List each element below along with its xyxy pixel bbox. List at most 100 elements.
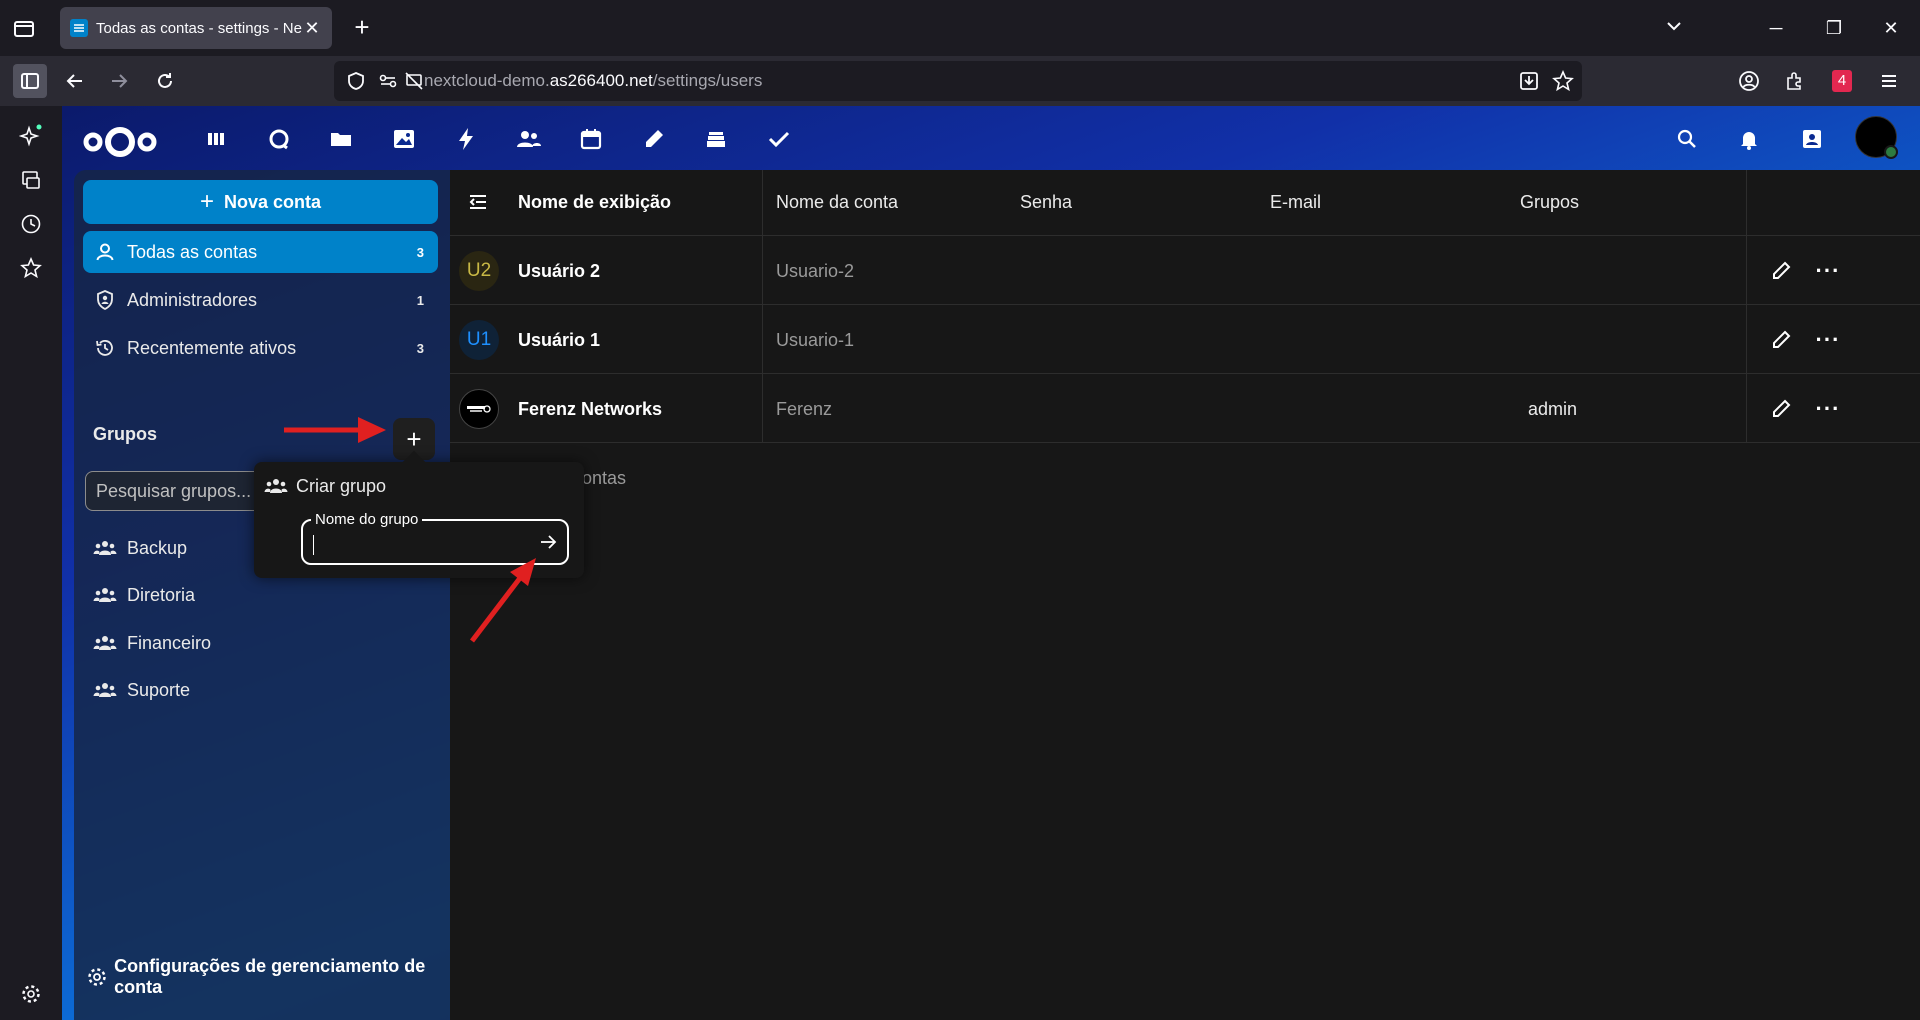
edit-pencil-icon[interactable]	[1767, 257, 1795, 285]
nextcloud-page: + Nova conta Todas as contas 3 Administr…	[62, 106, 1920, 1020]
screen-sharing-blocked-icon[interactable]	[404, 71, 424, 96]
synced-tabs-icon[interactable]	[15, 164, 47, 196]
app-navigation: + Nova conta Todas as contas 3 Administr…	[74, 170, 450, 1020]
header-account-name[interactable]: Nome da conta	[776, 192, 898, 213]
account-management-settings-link[interactable]: Configurações de gerenciamento de conta	[86, 956, 450, 998]
create-group-title: Criar grupo	[264, 474, 386, 498]
nav-item-label: Administradores	[127, 289, 258, 310]
save-page-icon[interactable]	[1518, 70, 1540, 97]
notifications-bell-icon[interactable]	[1734, 124, 1764, 154]
sidebar-settings-gear-icon[interactable]	[15, 978, 47, 1010]
bookmarks-star-icon[interactable]	[15, 252, 47, 284]
more-actions-icon[interactable]: ···	[1814, 257, 1842, 285]
tasks-check-icon[interactable]	[764, 124, 794, 154]
group-item-diretoria[interactable]: Diretoria	[83, 574, 438, 616]
files-folder-icon[interactable]	[326, 124, 356, 154]
group-icon	[93, 536, 117, 560]
row-display-name: Ferenz Networks	[518, 399, 663, 419]
row-display-name: Usuário 1	[518, 330, 601, 350]
edit-pencil-icon[interactable]	[1767, 326, 1795, 354]
shield-icon[interactable]	[346, 71, 366, 96]
menu-icon[interactable]	[1872, 64, 1906, 98]
table-header: Nome de exibição Nome da conta Senha E-m…	[450, 170, 1920, 236]
deck-icon[interactable]	[701, 124, 731, 154]
nav-item-label: Recentemente ativos	[127, 337, 297, 358]
restore-window-icon[interactable]: ❐	[1820, 14, 1848, 42]
sidebar-toggle-icon[interactable]	[13, 64, 47, 98]
new-account-label: Nova conta	[223, 191, 322, 212]
search-icon[interactable]	[1672, 124, 1702, 154]
contacts-icon[interactable]	[514, 124, 544, 154]
tab-list-icon[interactable]	[10, 14, 38, 42]
nextcloud-header	[62, 106, 1920, 170]
row-account-name: Usuario-1	[776, 330, 855, 350]
browser-tab-active[interactable]: Todas as contas - settings - Nextcloud ✕	[60, 7, 332, 49]
browser-sidebar	[0, 106, 62, 1020]
nav-item-label: Todas as contas	[127, 241, 258, 262]
forward-icon[interactable]	[102, 64, 136, 98]
user-avatar[interactable]	[1855, 116, 1898, 159]
notes-pencil-icon[interactable]	[639, 124, 669, 154]
minimize-window-icon[interactable]: ─	[1762, 14, 1790, 42]
edit-pencil-icon[interactable]	[1767, 395, 1795, 423]
group-label: Financeiro	[127, 632, 212, 653]
activity-bolt-icon[interactable]	[451, 124, 481, 154]
group-item-financeiro[interactable]: Financeiro	[83, 622, 438, 664]
group-label: Diretoria	[127, 584, 196, 605]
group-icon	[264, 474, 288, 498]
create-group-popover: Criar grupo Nome do grupo	[254, 450, 584, 578]
history-clock-icon[interactable]	[15, 208, 47, 240]
group-label: Suporte	[127, 679, 191, 700]
history-icon	[93, 336, 117, 360]
back-icon[interactable]	[58, 64, 92, 98]
text-cursor	[313, 535, 314, 555]
nav-item-all-accounts[interactable]: Todas as contas 3	[83, 231, 438, 273]
user-avatar-initials: U2	[459, 251, 499, 291]
new-account-button[interactable]: + Nova conta	[83, 180, 438, 224]
nav-item-count: 3	[416, 244, 424, 260]
create-group-label: Criar grupo	[296, 475, 387, 496]
account-icon[interactable]	[1732, 64, 1766, 98]
tab-title: Todas as contas - settings - Nextcloud	[96, 19, 302, 37]
close-tab-icon[interactable]: ✕	[302, 18, 322, 38]
nav-item-count: 1	[416, 292, 424, 308]
row-groups: admin	[1528, 399, 1578, 419]
table-row: U1 Usuário 1 Usuario-1 ···	[450, 306, 1920, 374]
app-content: + Nova conta Todas as contas 3 Administr…	[74, 170, 1920, 1020]
online-status-icon	[1884, 145, 1898, 159]
close-window-icon[interactable]: ✕	[1877, 14, 1905, 42]
reload-icon[interactable]	[148, 64, 182, 98]
group-item-suporte[interactable]: Suporte	[83, 669, 438, 711]
user-avatar-initials: U1	[459, 320, 499, 360]
new-tab-button[interactable]: +	[348, 14, 376, 42]
nav-item-administrators[interactable]: Administradores 1	[83, 279, 438, 321]
group-name-field[interactable]: Nome do grupo	[301, 511, 569, 565]
accounts-table: Nome de exibição Nome da conta Senha E-m…	[450, 170, 1920, 1020]
group-icon	[93, 631, 117, 655]
header-password: Senha	[1020, 192, 1073, 212]
nav-item-count: 3	[416, 340, 424, 356]
nav-item-recently-active[interactable]: Recentemente ativos 3	[83, 327, 438, 369]
row-account-name: Ferenz	[776, 399, 833, 419]
permissions-icon[interactable]	[378, 71, 398, 96]
bookmark-star-icon[interactable]	[1552, 69, 1574, 97]
header-display-name[interactable]: Nome de exibição	[518, 192, 671, 213]
submit-arrow-icon[interactable]	[537, 531, 559, 553]
chevron-down-icon[interactable]	[1660, 14, 1688, 42]
nextcloud-logo-icon[interactable]	[82, 122, 158, 162]
more-actions-icon[interactable]: ···	[1814, 326, 1842, 354]
talk-icon[interactable]	[264, 124, 294, 154]
user-icon	[93, 240, 117, 264]
photos-icon[interactable]	[389, 124, 419, 154]
extension-badge[interactable]: 4	[1832, 70, 1852, 92]
collapse-navigation-icon[interactable]	[464, 188, 492, 216]
calendar-icon[interactable]	[576, 124, 606, 154]
more-actions-icon[interactable]: ···	[1814, 395, 1842, 423]
dashboard-icon[interactable]	[201, 124, 231, 154]
address-bar[interactable]: nextcloud-demo.as266400.net/settings/use…	[334, 61, 1582, 101]
ai-sparkle-icon[interactable]	[15, 120, 47, 152]
settings-label: Configurações de gerenciamento de conta	[114, 956, 426, 997]
extensions-icon[interactable]	[1778, 64, 1812, 98]
header-email: E-mail	[1270, 192, 1322, 212]
contacts-menu-icon[interactable]	[1797, 124, 1827, 154]
